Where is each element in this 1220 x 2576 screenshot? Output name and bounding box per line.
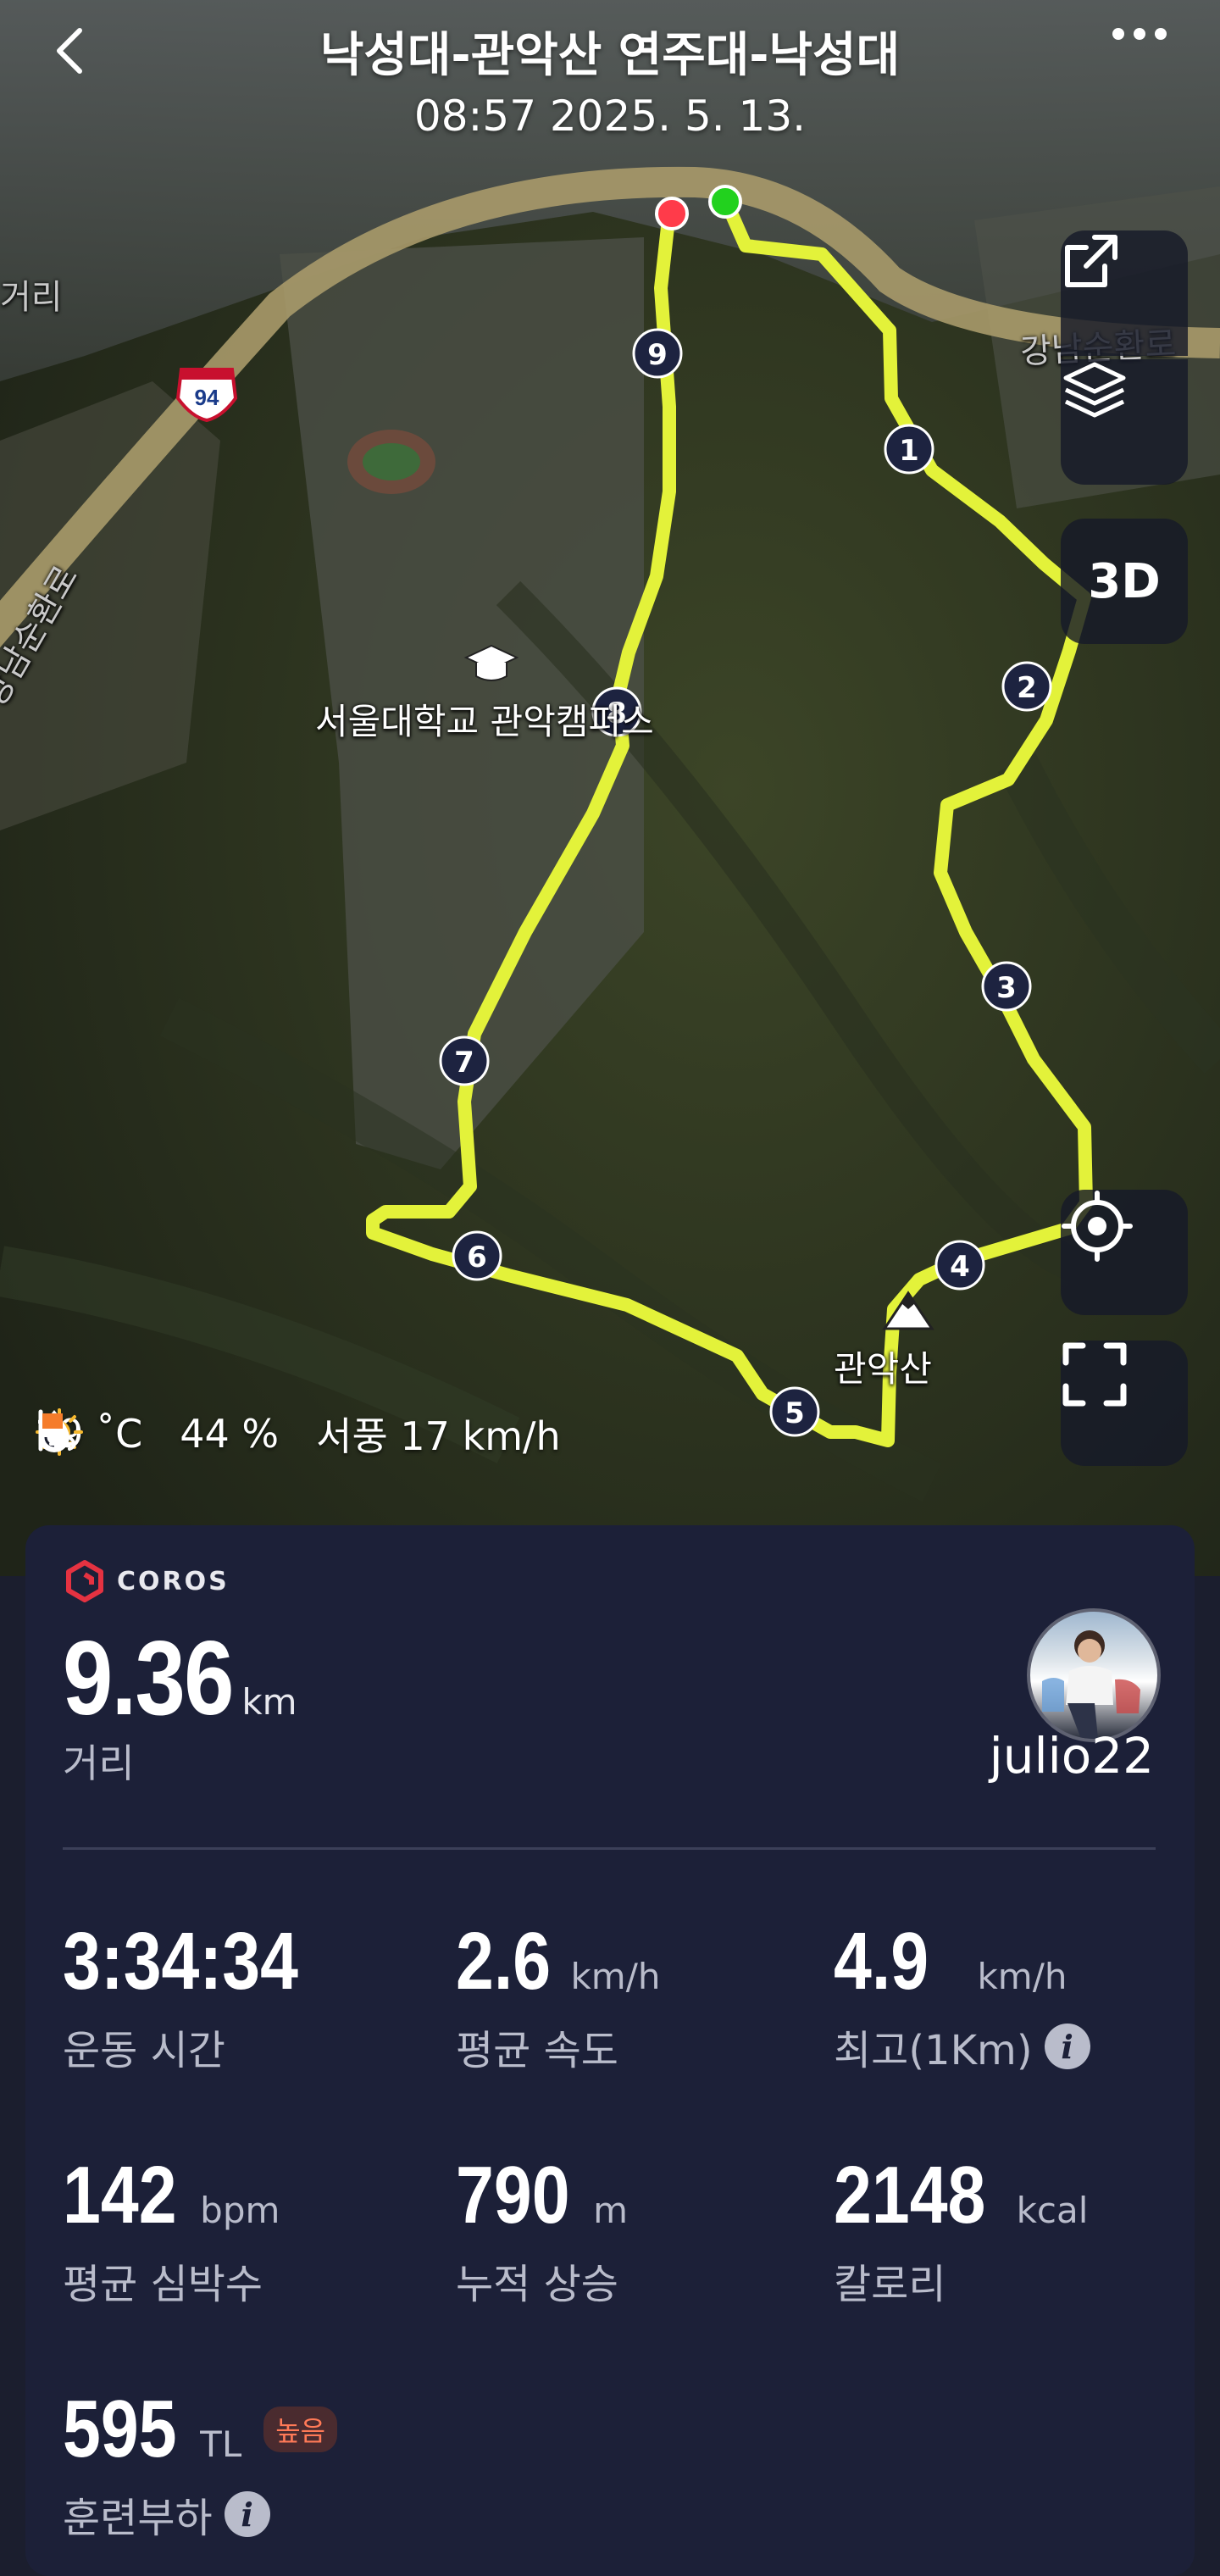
stat-avg-speed: 2.6 km/h 평균 속도 bbox=[456, 1915, 660, 2076]
map-place-label: 거리 bbox=[0, 278, 63, 317]
training-load-badge: 높음 bbox=[263, 2407, 338, 2452]
stat-unit: TL bbox=[200, 2423, 242, 2465]
info-icon[interactable]: i bbox=[224, 2491, 270, 2537]
km-marker-label: 6 bbox=[467, 1241, 487, 1274]
more-dots-icon bbox=[1112, 28, 1167, 40]
route-start-marker bbox=[708, 185, 742, 219]
mountain-label: 관악산 bbox=[834, 1348, 932, 1390]
stat-label: 평균 속도 bbox=[456, 2027, 618, 2074]
humidity-value: 44 % bbox=[180, 1411, 280, 1457]
fullscreen-icon bbox=[1062, 1342, 1127, 1407]
stat-value: 2.6 bbox=[456, 1916, 552, 2007]
divider bbox=[63, 1847, 1156, 1850]
layers-icon bbox=[1063, 362, 1126, 418]
stat-calories: 2148 kcal 칼로리 bbox=[834, 2149, 1088, 2310]
km-marker-label: 1 bbox=[899, 434, 919, 468]
svg-text:94: 94 bbox=[195, 385, 219, 410]
km-marker: 9 bbox=[632, 328, 683, 379]
stat-label: 누적 상승 bbox=[456, 2261, 618, 2308]
km-marker: 6 bbox=[452, 1230, 502, 1281]
layers-button[interactable] bbox=[1061, 359, 1188, 485]
crosshair-icon bbox=[1062, 1191, 1133, 1262]
wind-flag-icon bbox=[38, 1409, 76, 1452]
stat-training-load: 595 TL 높음 훈련부하 i bbox=[63, 2383, 338, 2544]
activity-datetime: 08:57 2025. 5. 13. bbox=[413, 92, 807, 141]
stat-avg-heart-rate: 142 bpm 평균 심박수 bbox=[63, 2149, 280, 2310]
distance-label: 거리 bbox=[63, 1740, 135, 1786]
distance-value-group: 9.36 km bbox=[63, 1618, 297, 1739]
brand-name: COROS bbox=[117, 1566, 230, 1596]
map-canvas: 94 123456789 bbox=[0, 0, 1220, 1576]
stat-elevation-gain: 790 m 누적 상승 bbox=[456, 2149, 628, 2310]
km-marker-label: 5 bbox=[785, 1396, 805, 1430]
activity-title: 낙성대-관악산 연주대-낙성대 bbox=[319, 28, 901, 83]
km-marker: 7 bbox=[439, 1035, 490, 1086]
stat-unit: km/h bbox=[977, 1956, 1068, 1997]
stat-value: 790 bbox=[456, 2150, 570, 2240]
stat-value: 2148 bbox=[834, 2150, 986, 2240]
stat-unit: kcal bbox=[1016, 2190, 1089, 2231]
km-marker: 3 bbox=[981, 961, 1032, 1012]
coros-logo-icon bbox=[66, 1560, 103, 1602]
km-marker-label: 4 bbox=[950, 1250, 970, 1284]
stat-label: 운동 시간 bbox=[63, 2027, 225, 2074]
3d-label: 3D bbox=[1088, 553, 1161, 609]
route-map[interactable]: 94 123456789 서울대학교 관악캠퍼스 관악산 강남순환로 강남순환로… bbox=[0, 0, 1220, 1576]
km-marker-label: 7 bbox=[454, 1046, 474, 1080]
campus-label: 서울대학교 관악캠퍼스 bbox=[315, 701, 654, 742]
activity-summary-card: COROS 9.36 km 거리 julio22 3:34:34 운동 시간 2… bbox=[25, 1525, 1195, 2576]
distance-value: 9.36 bbox=[63, 1620, 234, 1737]
km-marker-label: 9 bbox=[647, 338, 668, 372]
more-options-button[interactable] bbox=[1110, 25, 1186, 93]
stat-value: 142 bbox=[63, 2150, 177, 2240]
stat-label: 평균 심박수 bbox=[63, 2261, 263, 2308]
avatar-photo bbox=[1042, 1630, 1140, 1739]
distance-unit: km bbox=[241, 1681, 297, 1723]
stat-value: 3:34:34 bbox=[63, 1916, 298, 2007]
km-marker: 1 bbox=[884, 424, 934, 475]
locate-button[interactable] bbox=[1061, 1190, 1188, 1315]
share-button[interactable] bbox=[1061, 230, 1188, 356]
stat-label: 훈련부하 bbox=[63, 2495, 213, 2542]
stat-label: 칼로리 bbox=[834, 2261, 946, 2308]
brand-logo: COROS bbox=[63, 1559, 230, 1603]
humidity-item: 44 % bbox=[39, 1410, 280, 1457]
km-marker: 4 bbox=[934, 1240, 985, 1291]
stat-duration: 3:34:34 운동 시간 bbox=[63, 1915, 345, 2076]
km-marker-label: 2 bbox=[1017, 671, 1037, 705]
3d-view-button[interactable]: 3D bbox=[1061, 519, 1188, 644]
km-marker: 2 bbox=[1001, 661, 1052, 712]
km-marker: 5 bbox=[769, 1386, 820, 1437]
stat-value: 595 bbox=[63, 2384, 177, 2474]
stat-label: 최고(1Km) bbox=[834, 2027, 1033, 2074]
fullscreen-button[interactable] bbox=[1061, 1341, 1188, 1466]
info-icon[interactable]: i bbox=[1044, 2024, 1090, 2069]
wind-value: 서풍 17 km/h bbox=[316, 1413, 561, 1459]
weather-bar: 19 ˚C 44 % 서풍 17 km/h bbox=[34, 1407, 585, 1461]
user-avatar[interactable] bbox=[1027, 1608, 1161, 1742]
stat-unit: km/h bbox=[570, 1956, 661, 1997]
stat-max-speed: 4.9 km/h 최고(1Km) i bbox=[834, 1915, 1090, 2076]
top-bar: 낙성대-관악산 연주대-낙성대 08:57 2025. 5. 13. bbox=[0, 0, 1220, 169]
share-export-icon bbox=[1065, 235, 1117, 287]
stat-unit: bpm bbox=[200, 2190, 280, 2231]
route-end-marker bbox=[655, 197, 689, 230]
stat-value: 4.9 bbox=[834, 1916, 929, 2007]
km-marker-label: 3 bbox=[996, 971, 1017, 1005]
username[interactable]: julio22 bbox=[990, 1727, 1154, 1785]
stat-unit: m bbox=[593, 2190, 629, 2231]
wind-item: 서풍 17 km/h bbox=[38, 1406, 561, 1462]
